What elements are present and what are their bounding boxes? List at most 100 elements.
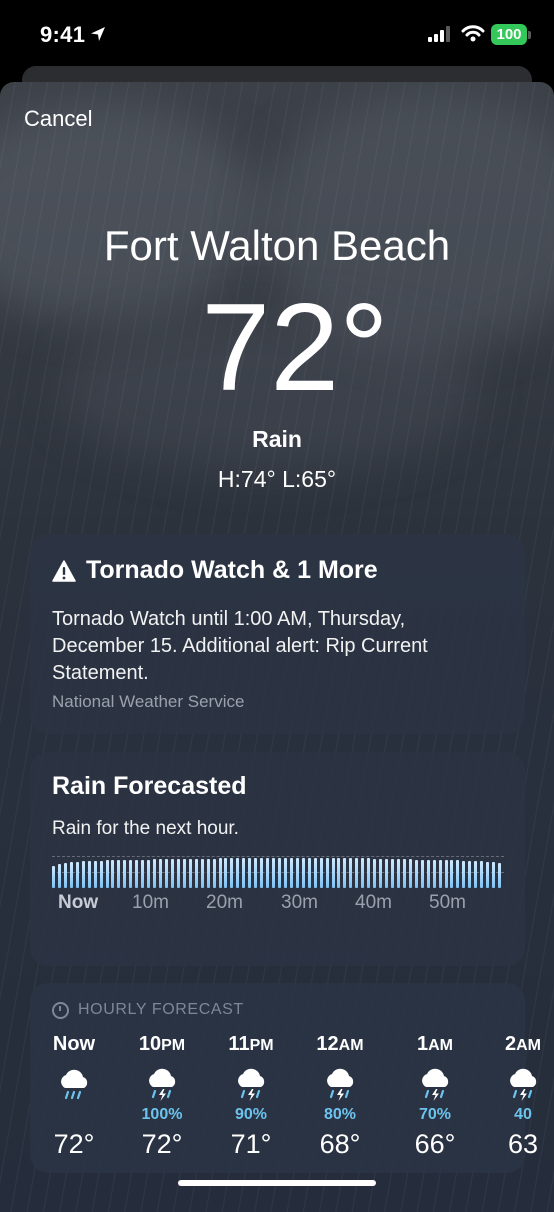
- precipitation-bar: [117, 859, 121, 888]
- precipitation-bar: [367, 858, 371, 888]
- high-low-temperature: H:74° L:65°: [217, 466, 337, 492]
- hourly-forecast-card[interactable]: HOURLY FORECAST Now 72° 10PM 100% 72° 11PM 90%…: [30, 983, 541, 1173]
- rain-time-label: 20m: [206, 892, 243, 913]
- home-indicator[interactable]: [178, 1180, 376, 1186]
- rain-time-label: Now: [58, 892, 99, 913]
- hour-temperature: 72°: [141, 1129, 183, 1159]
- precipitation-bar: [260, 858, 264, 888]
- precipitation-bar: [224, 858, 228, 888]
- precipitation-bar: [468, 860, 472, 888]
- thunderstorm-icon: [400, 1064, 470, 1106]
- status-time: 9:41: [40, 22, 86, 47]
- hourly-forecast-item: 11PM 90% 71°: [216, 1033, 286, 1160]
- precipitation-bar: [272, 858, 276, 888]
- rain-time-label: 40m: [355, 892, 392, 913]
- precipitation-bar: [373, 858, 377, 888]
- hourly-forecast-item: 2AM 40 63: [488, 1033, 554, 1160]
- precipitation-bar: [307, 858, 311, 888]
- hourly-forecast-item: 12AM 80% 68°: [305, 1033, 375, 1160]
- precipitation-bar: [408, 859, 412, 888]
- hour-value: 12: [316, 1033, 339, 1055]
- precipitation-bar: [87, 861, 91, 888]
- precipitation-bar: [57, 864, 61, 888]
- precipitation-bar: [391, 859, 394, 888]
- hour-temperature: 66°: [414, 1129, 456, 1159]
- severe-weather-alert-card[interactable]: Tornado Watch & 1 More Tornado Watch unt…: [30, 534, 525, 734]
- status-bar: 9:41 100: [0, 0, 554, 70]
- precipitation-bar: [111, 860, 115, 888]
- hour-value: 2: [504, 1033, 517, 1055]
- precipitation-bar: [236, 858, 240, 888]
- alert-heading: Tornado Watch & 1 More: [52, 556, 378, 585]
- precipitation-bar: [379, 858, 383, 888]
- precipitation-bar: [313, 858, 317, 888]
- precipitation-bar: [283, 858, 287, 888]
- rain-time-label: 50m: [429, 892, 466, 913]
- current-condition: Rain: [252, 426, 302, 452]
- precipitation-bar: [295, 858, 299, 888]
- precipitation-bar: [337, 858, 341, 888]
- hourly-forecast-header: HOURLY FORECAST: [52, 1001, 244, 1019]
- precipitation-bar: [301, 858, 305, 888]
- precipitation-bar: [218, 858, 222, 888]
- precipitation-bar: [93, 860, 97, 888]
- alert-body: Tornado Watch until 1:00 AM, Thursday, D…: [52, 608, 428, 684]
- precipitation-bar: [486, 861, 490, 888]
- hourly-forecast-item: Now 72°: [39, 1033, 109, 1160]
- hour-value: 1: [416, 1033, 429, 1055]
- hour-label: 11PM: [216, 1033, 286, 1056]
- precipitation-bar: [289, 858, 293, 888]
- precipitation-bar: [176, 859, 180, 888]
- hour-suffix: PM: [161, 1037, 186, 1054]
- hour-suffix: AM: [428, 1037, 453, 1054]
- precipitation-bar: [498, 862, 502, 888]
- location-arrow-icon: [91, 27, 105, 41]
- precipitation-bar: [456, 860, 460, 888]
- precipitation-bar: [170, 859, 174, 888]
- precipitation-bar: [349, 858, 353, 888]
- hour-value: 10: [138, 1033, 162, 1055]
- precipitation-bar: [212, 858, 216, 888]
- hour-label: 10PM: [127, 1033, 197, 1056]
- rain-forecast-title: Rain Forecasted: [52, 772, 247, 800]
- precipitation-chance: [39, 1106, 109, 1126]
- precipitation-bar: [355, 858, 359, 888]
- precipitation-bar: [52, 865, 55, 888]
- precipitation-bar: [129, 859, 133, 888]
- precipitation-bar: [206, 858, 210, 888]
- thunderstorm-icon: [305, 1064, 375, 1106]
- precipitation-bar: [361, 858, 365, 888]
- hour-suffix: PM: [249, 1037, 274, 1054]
- precipitation-bar: [75, 861, 79, 888]
- hour-suffix: AM: [516, 1037, 541, 1054]
- precipitation-bar: [438, 859, 442, 888]
- precipitation-bar: [402, 859, 406, 888]
- precipitation-bar: [159, 859, 163, 888]
- hour-temperature: 71°: [230, 1129, 272, 1159]
- precipitation-bar: [492, 862, 496, 888]
- rain-forecast-card[interactable]: Rain Forecasted Rain for the next hour. …: [30, 752, 525, 966]
- rain-cloud-icon: [39, 1064, 109, 1106]
- precipitation-bar: [432, 859, 436, 888]
- precipitation-bar: [414, 859, 418, 888]
- current-temperature: 72°: [201, 279, 389, 417]
- precipitation-bar: [123, 859, 127, 888]
- hour-value: Now: [52, 1033, 96, 1055]
- precipitation-bar: [319, 858, 323, 888]
- precipitation-bar: [248, 858, 252, 888]
- precipitation-bar: [99, 860, 103, 888]
- precipitation-bar: [450, 860, 454, 888]
- precipitation-chance: 90%: [234, 1106, 268, 1123]
- precipitation-bar: [462, 860, 466, 888]
- precipitation-bar: [396, 859, 400, 888]
- precipitation-bar: [141, 859, 145, 888]
- precipitation-bar: [188, 858, 192, 888]
- battery-indicator: 100: [491, 24, 527, 45]
- cancel-button[interactable]: Cancel: [24, 106, 92, 132]
- precipitation-chance: 70%: [418, 1106, 452, 1123]
- wifi-icon: [461, 25, 485, 42]
- weather-sheet: Cancel Fort Walton Beach 72° Rain H:74° …: [0, 82, 554, 1212]
- precipitation-bar: [153, 859, 157, 888]
- precipitation-bar: [325, 858, 329, 888]
- precipitation-bar: [385, 858, 389, 888]
